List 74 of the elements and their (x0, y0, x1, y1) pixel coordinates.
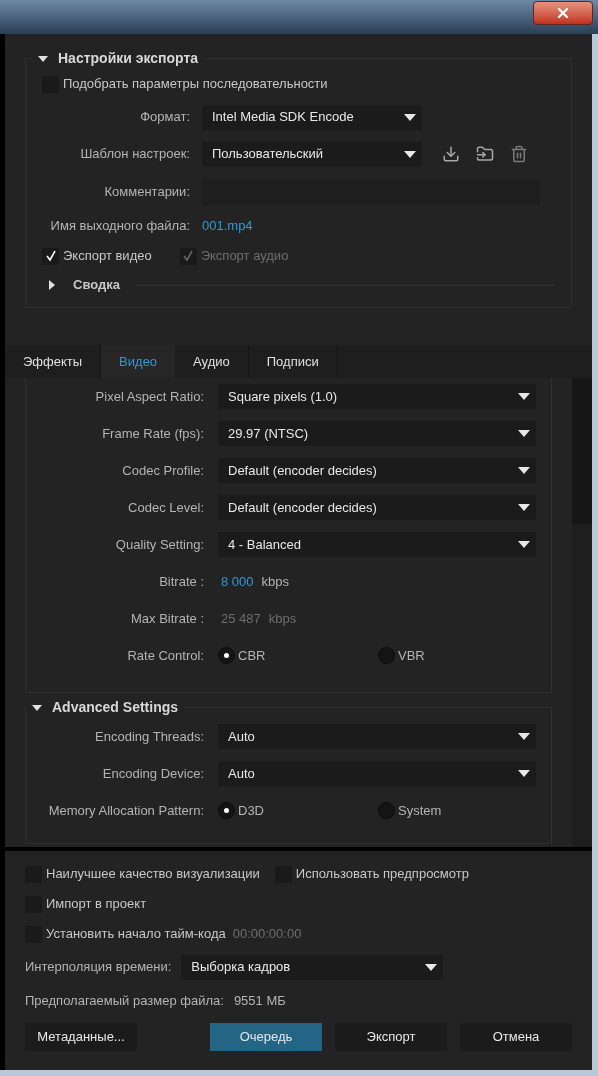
radio-label: VBR (398, 646, 425, 665)
checkbox-label: Экспорт аудио (200, 247, 289, 266)
close-icon (555, 5, 571, 21)
summary-title[interactable]: Сводка (73, 275, 120, 295)
tab[interactable]: Видео (101, 345, 176, 378)
format-label: Формат: (139, 108, 191, 127)
output-name-label: Имя выходного файла: (49, 217, 191, 236)
dropdown[interactable]: Intel Media SDK Encode (202, 104, 422, 130)
setting-label: Memory Allocation Pattern: (47, 801, 205, 820)
caret-icon (404, 150, 416, 158)
checkbox-label: Импорт в проект (46, 895, 147, 914)
dropdown[interactable]: Auto (218, 761, 536, 786)
unit-label: kbps (268, 609, 297, 628)
checkbox[interactable] (42, 247, 59, 265)
output-file-link[interactable]: 001.mp4 (202, 216, 253, 236)
checkbox-label: Наилучшее качество визуализации (46, 865, 260, 884)
dropdown[interactable]: Default (encoder decides) (218, 495, 536, 520)
expand-triangle-icon[interactable] (47, 280, 57, 290)
dialog-button[interactable]: Экспорт (335, 1023, 447, 1051)
radio-button[interactable] (218, 647, 235, 664)
radio-label: CBR (238, 646, 266, 665)
setting-label: Pixel Aspect Ratio: (94, 387, 205, 406)
setting-label: Codec Profile: (121, 461, 205, 480)
setting-label: Quality Setting: (114, 535, 205, 554)
setting-label: Rate Control: (126, 646, 205, 665)
unit-label: kbps (261, 572, 289, 591)
caret-icon (518, 430, 530, 437)
dialog-button[interactable]: Отмена (460, 1023, 572, 1051)
setting-label: Codec Level: (127, 498, 205, 517)
dropdown[interactable]: Default (encoder decides) (218, 458, 536, 483)
bitrate-value[interactable]: 8 000 (221, 571, 254, 592)
trash-icon[interactable] (510, 145, 528, 163)
preset-label: Шаблон настроек: (79, 145, 191, 164)
radio-button[interactable] (218, 802, 235, 819)
setting-label: Bitrate : (158, 572, 205, 591)
dropdown[interactable]: 4 - Balanced (218, 532, 536, 557)
caret-icon (518, 504, 530, 511)
dialog-button[interactable]: Очередь (210, 1023, 322, 1051)
collapse-triangle-icon[interactable] (38, 53, 48, 64)
dropdown[interactable]: Выборка кадров (181, 954, 444, 980)
checkbox-label: Подобрать параметры последовательности (63, 75, 328, 94)
section-title[interactable]: Настройки экспорта (58, 48, 199, 69)
checkbox-label: Использовать предпросмотр (295, 865, 469, 884)
folder-arrow-icon[interactable] (476, 145, 494, 163)
setting-label: Encoding Device: (101, 764, 205, 783)
scrollbar[interactable] (572, 378, 592, 847)
download-icon[interactable] (442, 145, 460, 163)
caret-icon (518, 733, 530, 740)
checkbox-label: Установить начало тайм-кода (46, 925, 226, 944)
caret-icon (425, 963, 438, 971)
setting-label: Encoding Threads: (94, 727, 205, 746)
caret-icon (518, 393, 530, 400)
scrollbar-thumb[interactable] (572, 378, 592, 524)
setting-label: Max Bitrate : (130, 609, 205, 628)
caret-icon (404, 113, 416, 121)
dropdown[interactable]: Auto (218, 724, 536, 749)
metadata-button[interactable]: Метаданные... (25, 1023, 137, 1051)
caret-icon (518, 770, 530, 777)
radio-label: D3D (238, 801, 264, 820)
section-title[interactable]: Advanced Settings (52, 697, 179, 718)
caret-icon (518, 467, 530, 474)
radio-label: System (398, 801, 442, 820)
file-size-value: 9551 МБ (233, 992, 286, 1011)
setting-label: Frame Rate (fps): (101, 424, 205, 443)
interpolation-label: Интерполяция времени: (25, 958, 172, 977)
file-size-label: Предполагаемый размер файла: (25, 992, 224, 1011)
close-button[interactable] (533, 1, 593, 25)
caret-icon (518, 541, 530, 548)
dropdown[interactable]: 29.97 (NTSC) (218, 421, 536, 446)
checkbox-label: Экспорт видео (63, 247, 152, 266)
dropdown[interactable]: Square pixels (1.0) (218, 384, 536, 409)
dropdown[interactable]: Пользовательский (202, 141, 422, 167)
collapse-triangle-icon[interactable] (32, 702, 42, 713)
comments-label: Комментарии: (103, 183, 191, 202)
